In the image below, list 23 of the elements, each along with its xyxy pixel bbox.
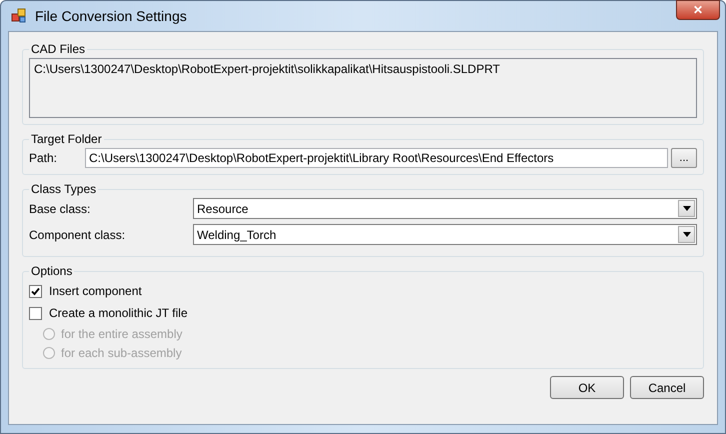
group-title: Options xyxy=(30,264,74,278)
class-dropdown[interactable]: Resource xyxy=(193,198,697,219)
window-title: File Conversion Settings xyxy=(35,8,187,24)
field-label: Base class: xyxy=(29,202,92,216)
class-dropdown[interactable]: Welding_Torch xyxy=(193,224,697,245)
dialog-button[interactable]: Cancel xyxy=(630,376,704,399)
file-list[interactable]: C:\Users\1300247\Desktop\RobotExpert-projektit\solikkapalikat\Hitsauspistooli.SLDPRT xyxy=(29,58,697,118)
app-icon xyxy=(11,8,27,24)
dialog-button[interactable]: OK xyxy=(550,376,624,399)
group-title: CAD Files xyxy=(30,42,86,56)
checkbox-label[interactable]: Insert component xyxy=(49,284,142,298)
field-label: Component class: xyxy=(29,228,126,242)
group-title: Target Folder xyxy=(30,132,103,146)
browse-button[interactable]: ... xyxy=(671,148,697,168)
dropdown-arrow-icon xyxy=(682,206,690,211)
checkbox[interactable] xyxy=(29,306,42,320)
path-field[interactable]: C:\Users\1300247\Desktop\RobotExpert-projektit\Library Root\Resources\End Effectors xyxy=(85,148,668,168)
checkbox-label[interactable]: Create a monolithic JT file xyxy=(49,306,188,320)
checkbox[interactable] xyxy=(29,284,42,298)
file-list-item[interactable]: C:\Users\1300247\Desktop\RobotExpert-projektit\solikkapalikat\Hitsauspistooli.SLDPRT xyxy=(34,62,692,76)
dropdown-arrow-icon xyxy=(682,232,690,237)
path-label: Path: xyxy=(29,151,58,165)
group-title: Class Types xyxy=(30,182,98,196)
